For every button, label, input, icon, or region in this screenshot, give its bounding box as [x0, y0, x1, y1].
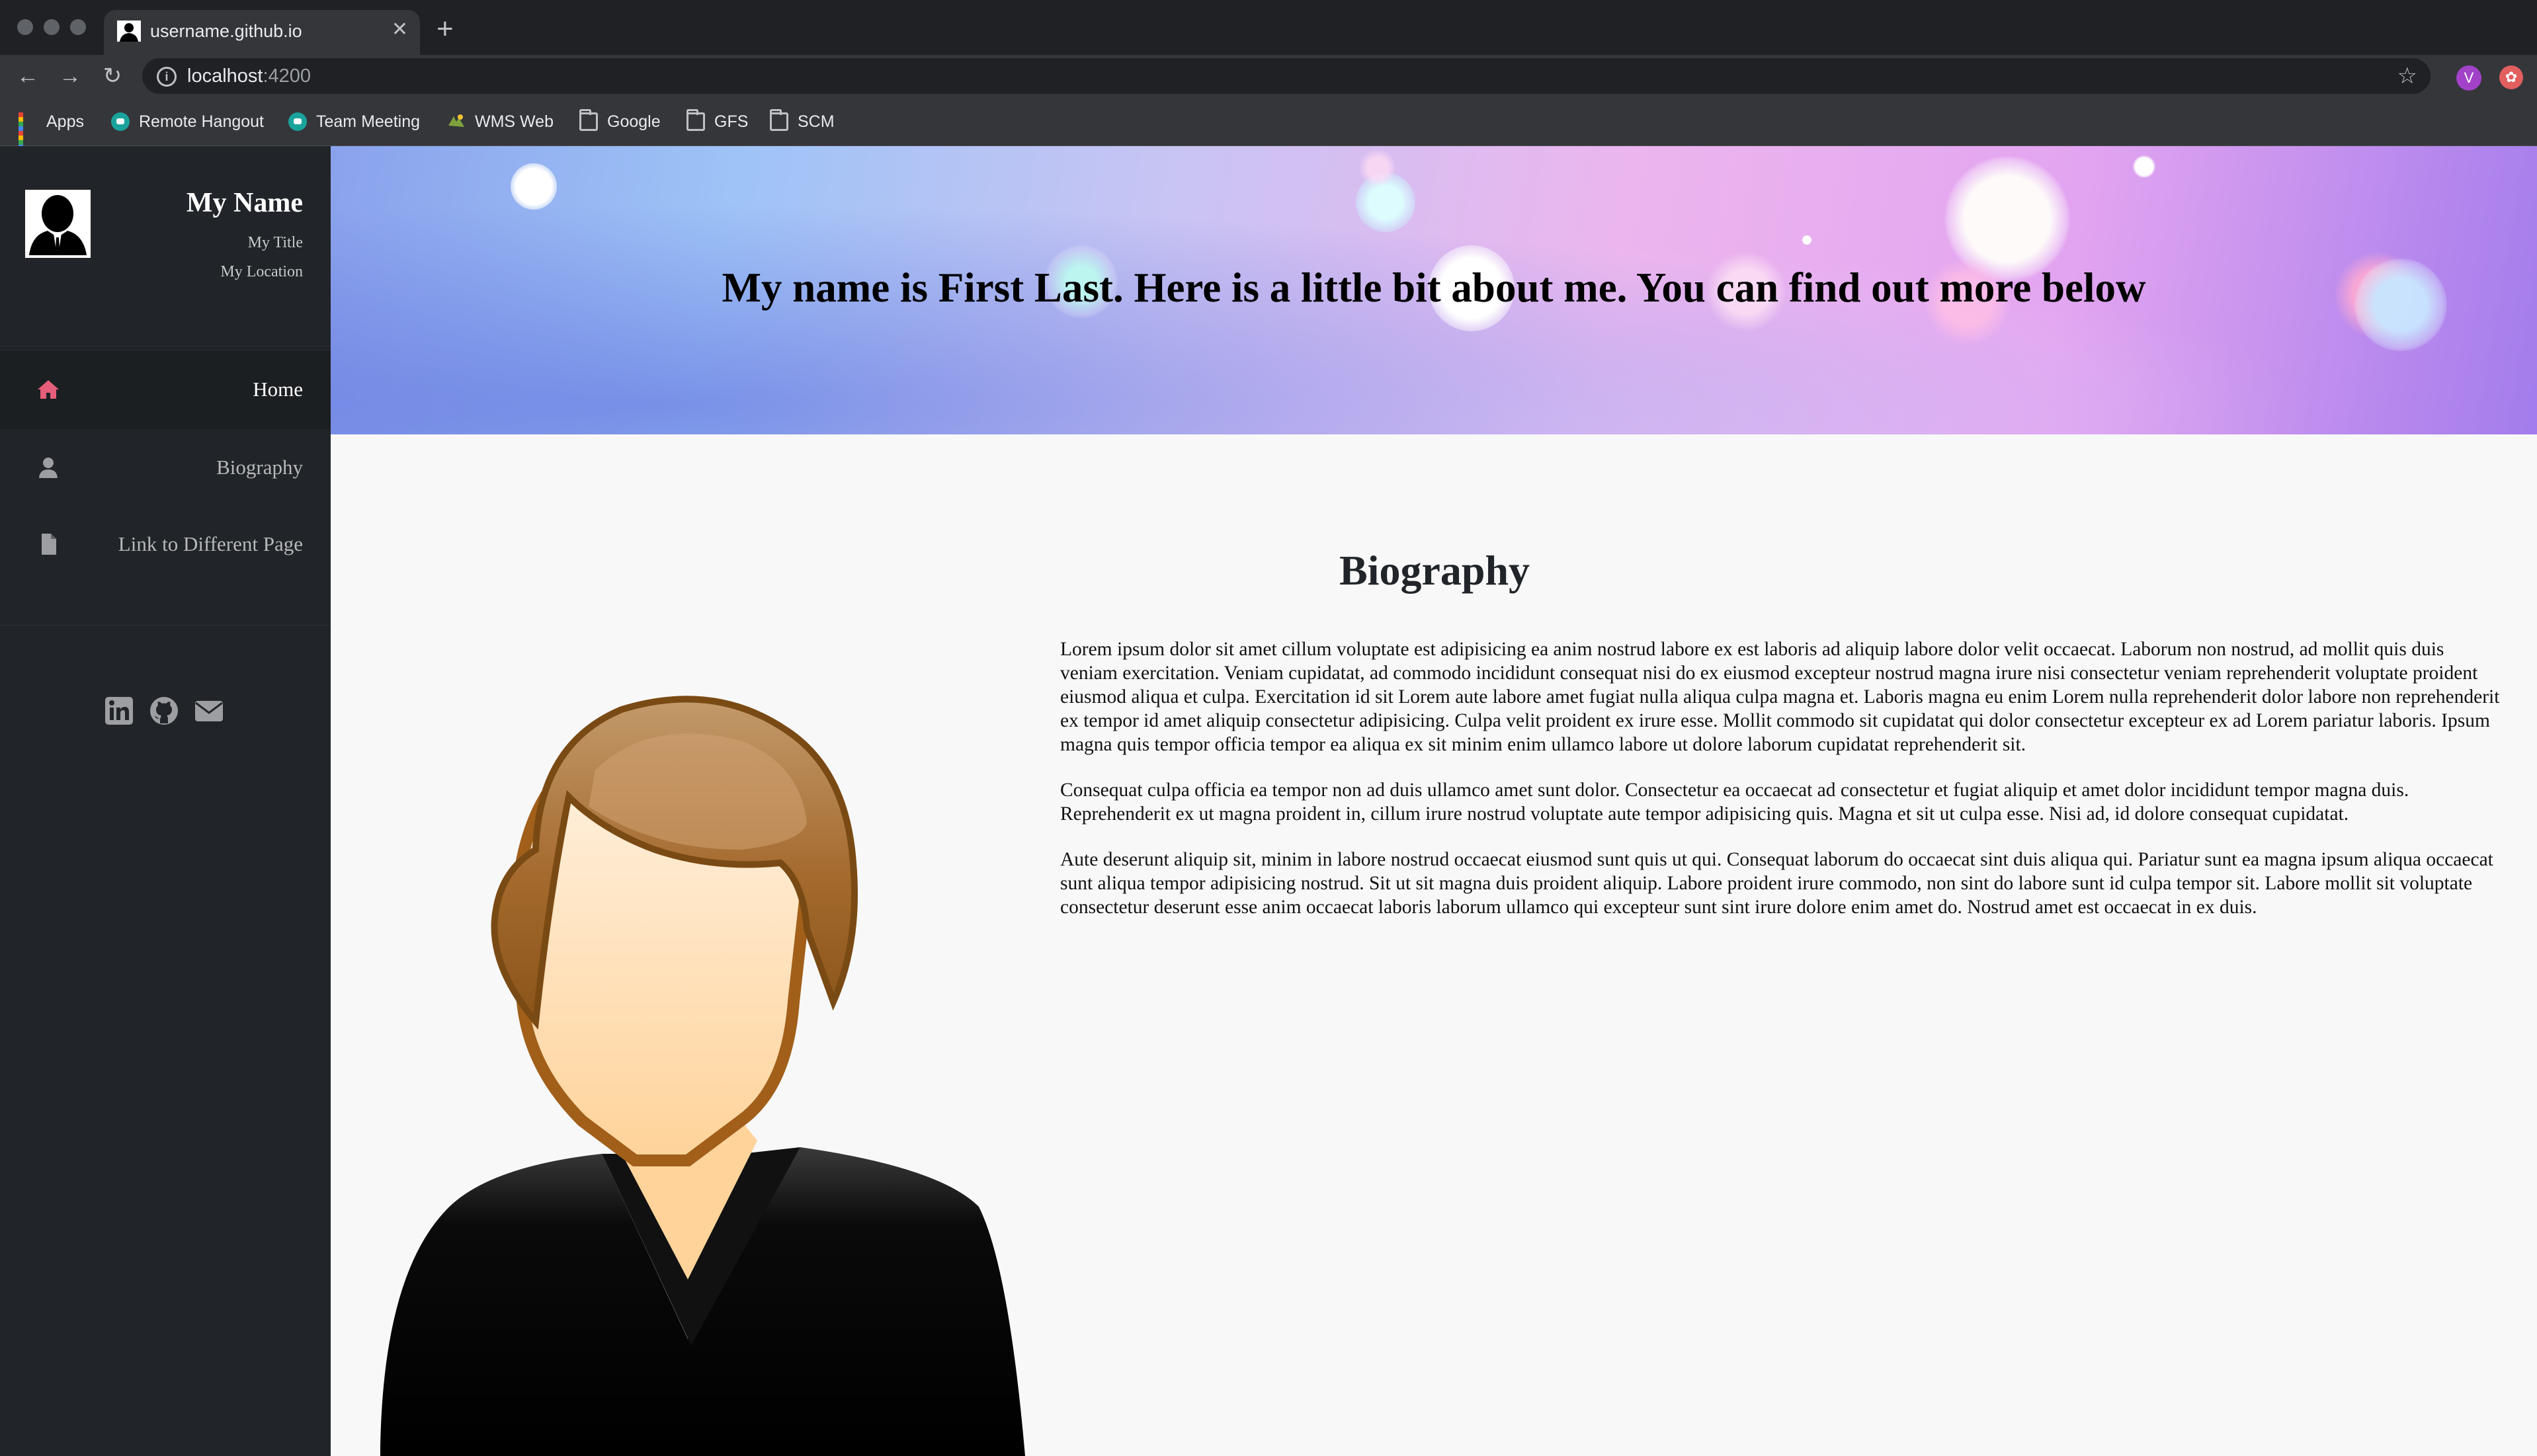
bookmark-star-icon[interactable]: ☆ — [2397, 63, 2417, 89]
home-icon — [38, 380, 59, 399]
sidebar: My Name My Title My Location Home Biogra… — [0, 146, 331, 1456]
biography-text: Lorem ipsum dolor sit amet cillum volupt… — [1060, 637, 2502, 941]
tab-close-icon[interactable]: ✕ — [392, 18, 408, 42]
profile-title: My Title — [247, 234, 303, 251]
bokeh-light — [511, 163, 557, 210]
sidebar-divider — [0, 625, 331, 626]
window-close-button[interactable] — [17, 19, 33, 35]
sidebar-item-link-page[interactable]: Link to Different Page — [0, 506, 331, 584]
apps-grid-icon — [19, 112, 37, 154]
profile-avatar-image — [25, 190, 91, 258]
window-minimize-button[interactable] — [44, 19, 60, 35]
bookmark-gfs[interactable]: GFS — [686, 109, 748, 134]
github-icon[interactable] — [149, 696, 179, 726]
tab-title: username.github.io — [150, 21, 302, 41]
folder-icon — [686, 109, 705, 131]
biography-paragraph: Aute deserunt aliquip sit, minim in labo… — [1060, 849, 2493, 918]
new-tab-icon[interactable]: + — [437, 15, 454, 44]
window-zoom-button[interactable] — [70, 19, 86, 35]
bookmark-google[interactable]: Google — [579, 109, 661, 134]
hero-headline: My name is First Last. Here is a little … — [722, 264, 2146, 311]
bookmarks-bar: Apps Remote Hangout Team Meeting WMS Web… — [0, 98, 2537, 154]
folder-icon — [579, 109, 598, 131]
back-arrow-icon[interactable]: ← — [13, 60, 42, 92]
profile-avatar[interactable]: V — [2456, 65, 2481, 91]
wms-icon — [448, 114, 464, 127]
bookmark-apps[interactable]: Apps — [19, 110, 84, 154]
file-icon — [42, 534, 56, 555]
site-info-icon[interactable]: i — [157, 67, 177, 87]
biography-paragraph: Lorem ipsum dolor sit amet cillum volupt… — [1060, 639, 2500, 755]
browser-tab-bar: username.github.io ✕ + — [0, 0, 2537, 55]
hangouts-icon — [288, 112, 307, 131]
sidebar-item-biography[interactable]: Biography — [0, 429, 331, 507]
biography-heading: Biography — [1339, 547, 1530, 594]
bokeh-light — [2133, 155, 2155, 178]
person-illustration — [380, 696, 1025, 1456]
reload-icon[interactable]: ↻ — [98, 60, 127, 92]
bookmark-wms-web[interactable]: WMS Web — [447, 110, 554, 134]
profile-location: My Location — [220, 263, 303, 280]
envelope-icon[interactable] — [194, 696, 224, 726]
sidebar-item-home[interactable]: Home — [0, 351, 331, 429]
user-icon — [39, 458, 58, 478]
sidebar-item-label: Biography — [216, 456, 303, 479]
hangouts-icon — [111, 112, 130, 131]
extension-icon[interactable]: ✿ — [2499, 65, 2523, 89]
url-text: localhost:4200 — [187, 65, 312, 87]
browser-toolbar: ← → ↻ i localhost:4200 ☆ V ✿ — [0, 55, 2537, 98]
bookmark-scm[interactable]: SCM — [770, 109, 835, 134]
forward-arrow-icon[interactable]: → — [56, 60, 85, 92]
profile-name: My Name — [186, 188, 303, 218]
sidebar-item-label: Home — [253, 378, 303, 401]
bokeh-light — [1359, 149, 1396, 186]
hero-banner: My name is First Last. Here is a little … — [331, 146, 2537, 434]
bookmark-remote-hangout[interactable]: Remote Hangout — [111, 110, 264, 134]
bokeh-light — [1802, 235, 1811, 245]
folder-icon — [770, 109, 788, 131]
linkedin-icon[interactable] — [104, 696, 134, 726]
sidebar-item-label: Link to Different Page — [118, 532, 303, 555]
address-bar[interactable]: i localhost:4200 ☆ — [142, 58, 2431, 94]
tab-favicon-icon — [117, 20, 141, 42]
browser-tab[interactable]: username.github.io ✕ — [104, 10, 420, 55]
bookmark-team-meeting[interactable]: Team Meeting — [288, 110, 420, 134]
person-silhouette-icon — [25, 190, 91, 255]
biography-paragraph: Consequat culpa officia ea tempor non ad… — [1060, 780, 2409, 825]
